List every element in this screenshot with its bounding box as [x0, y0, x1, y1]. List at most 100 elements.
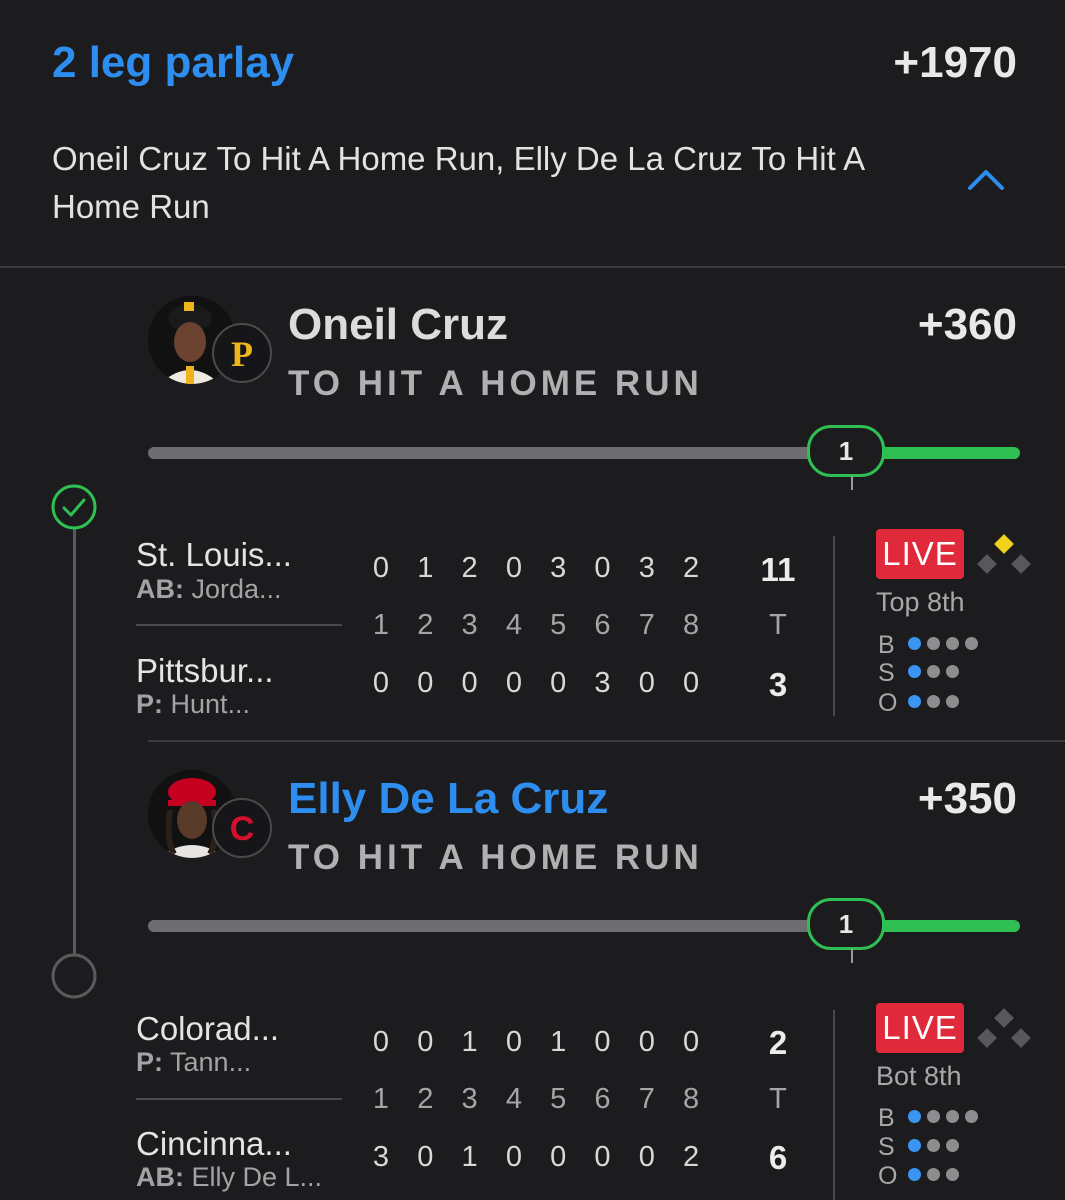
away-inning-score: 3: [550, 552, 567, 584]
inning-number: 7: [638, 609, 655, 641]
away-inning-score: 0: [594, 552, 611, 584]
scoreboard-divider: [833, 536, 835, 716]
timeline-line: [73, 528, 76, 958]
parlay-odds: +1970: [893, 38, 1017, 87]
progress-marker: 1: [807, 898, 885, 950]
market-label: TO HIT A HOME RUN: [288, 838, 703, 877]
away-total: 2: [768, 1024, 788, 1061]
progress-marker-tick: [851, 476, 853, 490]
player-name: Oneil Cruz: [288, 300, 509, 349]
away-inning-score: 0: [505, 1026, 522, 1058]
inning-number: 3: [461, 1083, 478, 1115]
away-inning-score: 0: [372, 552, 390, 584]
inning-number: 8: [683, 609, 700, 641]
away-inning-score: 1: [417, 552, 434, 584]
total-header: T: [769, 1083, 787, 1115]
inning-number: 1: [372, 1083, 390, 1115]
bases-diamond-icon: [977, 534, 1031, 574]
home-inning-score: 0: [505, 1141, 522, 1173]
live-badge: LIVE: [876, 529, 964, 579]
home-inning-score: 0: [638, 667, 655, 699]
team-logo-letter: C: [230, 810, 255, 848]
parlay-title: 2 leg parlay: [52, 38, 295, 87]
home-inning-score: 0: [594, 1141, 611, 1173]
away-sub-label: AB: Jorda...: [136, 574, 282, 604]
away-inning-score: 0: [417, 1026, 434, 1058]
home-inning-score: 0: [638, 1141, 655, 1173]
home-sub-label: AB: Elly De L...: [136, 1162, 323, 1192]
balls-dot: [927, 637, 940, 650]
reds-logo-icon: C: [212, 798, 272, 858]
inning-number: 6: [594, 609, 611, 641]
progress-track: [148, 920, 848, 932]
balls-dot: [946, 1110, 959, 1123]
away-inning-score: 0: [372, 1026, 390, 1058]
balls-dot: [908, 1110, 921, 1123]
inning-number: 3: [461, 609, 478, 641]
balls-label: B: [878, 631, 895, 659]
inning-number: 5: [550, 1083, 567, 1115]
away-inning-score: 0: [505, 552, 522, 584]
home-inning-score: 3: [594, 667, 611, 699]
home-inning-score: 0: [550, 1141, 567, 1173]
home-inning-score: 0: [417, 1141, 434, 1173]
check-circle-icon: [51, 484, 97, 530]
home-inning-score: 0: [372, 667, 390, 699]
home-inning-score: 2: [683, 1141, 700, 1173]
home-inning-score: 3: [372, 1141, 390, 1173]
away-inning-score: 1: [550, 1026, 567, 1058]
outs-label: O: [878, 689, 898, 717]
progress-marker: 1: [807, 425, 885, 477]
player-name: Elly De La Cruz: [288, 774, 609, 823]
home-inning-score: 0: [683, 667, 700, 699]
inning-number: 6: [594, 1083, 611, 1115]
header-divider: [0, 266, 1065, 268]
leg-divider: [148, 740, 1065, 742]
balls-dot: [927, 1110, 940, 1123]
away-inning-score: 0: [683, 1026, 700, 1058]
away-inning-score: 0: [638, 1026, 655, 1058]
team-logo-letter: P: [231, 334, 253, 374]
bases-diamond-icon: [977, 1008, 1031, 1048]
away-total: 11: [760, 551, 796, 588]
leg-odds: +360: [917, 300, 1017, 349]
home-inning-score: 0: [550, 667, 567, 699]
inning-number: 2: [417, 609, 434, 641]
inning-number: 7: [638, 1083, 655, 1115]
outs-dot: [946, 1168, 959, 1181]
away-sub-label: P: Tann...: [136, 1047, 252, 1077]
pirates-logo-icon: P: [212, 323, 272, 383]
strikes-dot: [908, 1139, 921, 1152]
outs-dot: [946, 695, 959, 708]
inning-state: Top 8th: [876, 587, 965, 617]
strikes-dot: [946, 665, 959, 678]
strikes-dot: [946, 1139, 959, 1152]
strikes-dot: [927, 665, 940, 678]
inning-state: Bot 8th: [876, 1061, 962, 1091]
inning-number: 1: [372, 609, 390, 641]
scoreboard-divider: [833, 1010, 835, 1200]
outs-dot: [927, 1168, 940, 1181]
chevron-up-icon[interactable]: [966, 164, 1006, 192]
balls-dot: [946, 637, 959, 650]
strikes-dot: [908, 665, 921, 678]
live-badge: LIVE: [876, 1003, 964, 1053]
total-header: T: [769, 609, 787, 641]
away-inning-score: 3: [638, 552, 655, 584]
home-sub-label: P: Hunt...: [136, 689, 251, 719]
away-inning-score: 1: [461, 1026, 478, 1058]
balls-dot: [965, 637, 978, 650]
away-team-name: Colorad...: [136, 1010, 280, 1047]
inning-number: 5: [550, 609, 567, 641]
home-total: 3: [768, 666, 788, 703]
strikes-label: S: [878, 1133, 895, 1161]
balls-dot: [908, 637, 921, 650]
outs-dot: [908, 695, 921, 708]
strikes-label: S: [878, 659, 895, 687]
home-inning-score: 1: [461, 1141, 478, 1173]
away-inning-score: 0: [594, 1026, 611, 1058]
pending-circle-icon: [51, 953, 97, 999]
away-inning-score: 2: [683, 552, 700, 584]
home-inning-score: 0: [505, 667, 522, 699]
home-team-name: Pittsbur...: [136, 652, 274, 689]
